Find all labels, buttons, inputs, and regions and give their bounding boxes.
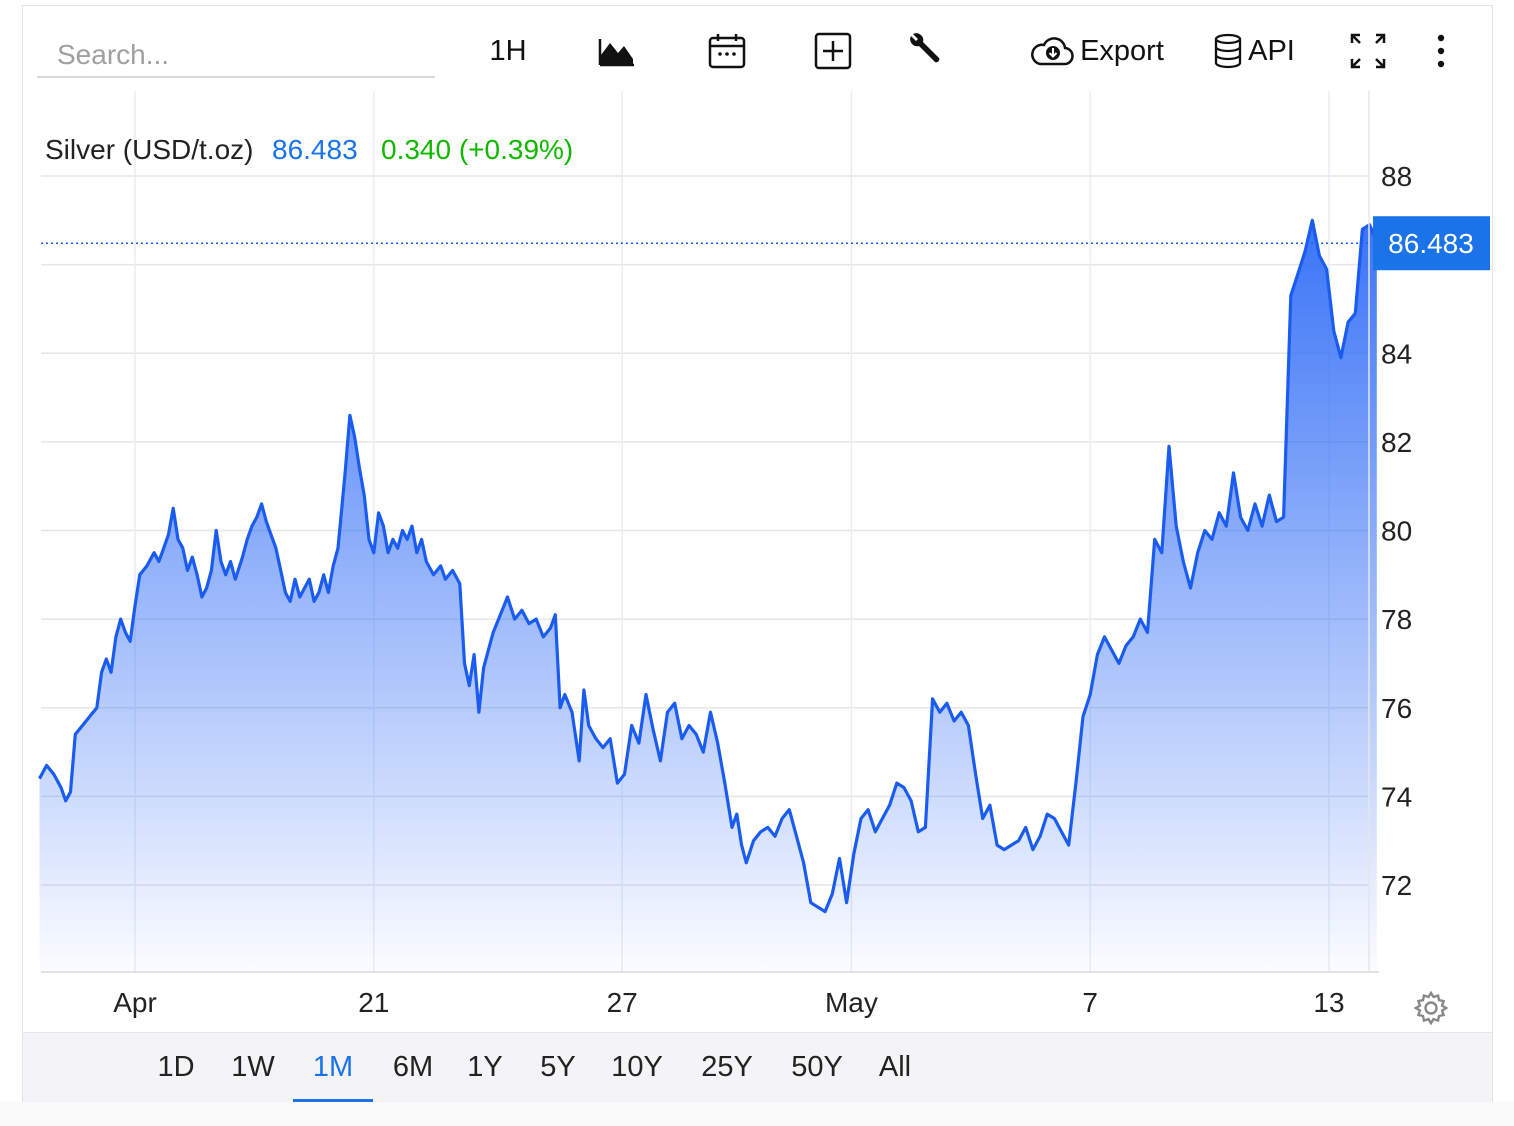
y-tick-label: 72 — [1381, 870, 1412, 901]
x-tick-label: 13 — [1313, 987, 1344, 1018]
y-tick-label: 76 — [1381, 693, 1412, 724]
header-instrument: Silver (USD/t.oz) — [45, 134, 253, 165]
gear-icon — [1413, 990, 1449, 1026]
range-button-1d[interactable]: 1D — [151, 1051, 201, 1084]
y-tick-label: 82 — [1381, 427, 1412, 458]
header-change: 0.340 (+0.39%) — [381, 134, 573, 165]
x-tick-label: May — [825, 987, 878, 1018]
range-selector: 1D 1W 1M 6M 1Y 5Y 10Y 25Y 50Y All — [23, 1032, 1492, 1104]
range-button-1y[interactable]: 1Y — [465, 1051, 505, 1084]
y-tick-label: 78 — [1381, 604, 1412, 635]
y-tick-label: 74 — [1381, 781, 1412, 812]
x-tick-label: Apr — [113, 987, 157, 1018]
range-button-1m[interactable]: 1M — [293, 1051, 373, 1084]
header-price: 86.483 — [272, 134, 358, 165]
current-price-tag-label: 86.483 — [1388, 228, 1474, 259]
y-tick-label: 84 — [1381, 338, 1412, 369]
settings-button[interactable] — [1413, 990, 1449, 1026]
chart-widget: 1H — [22, 5, 1493, 1104]
range-button-50y[interactable]: 50Y — [785, 1051, 849, 1084]
range-button-all[interactable]: All — [875, 1051, 915, 1084]
range-button-25y[interactable]: 25Y — [695, 1051, 759, 1084]
x-tick-label: 7 — [1082, 987, 1098, 1018]
price-chart[interactable]: 86.483 72 74 76 78 80 82 84 88 Apr 21 27 May 7 13 Sil… — [23, 6, 1492, 1031]
range-button-6m[interactable]: 6M — [383, 1051, 443, 1084]
range-button-1w[interactable]: 1W — [228, 1051, 278, 1084]
range-button-5y[interactable]: 5Y — [535, 1051, 581, 1084]
page-bottom-edge — [0, 1102, 1514, 1126]
x-tick-label: 21 — [358, 987, 389, 1018]
x-tick-label: 27 — [607, 987, 638, 1018]
y-tick-label: 80 — [1381, 516, 1412, 547]
range-button-10y[interactable]: 10Y — [607, 1051, 667, 1084]
series-area — [39, 220, 1377, 973]
y-tick-label: 88 — [1381, 161, 1412, 192]
